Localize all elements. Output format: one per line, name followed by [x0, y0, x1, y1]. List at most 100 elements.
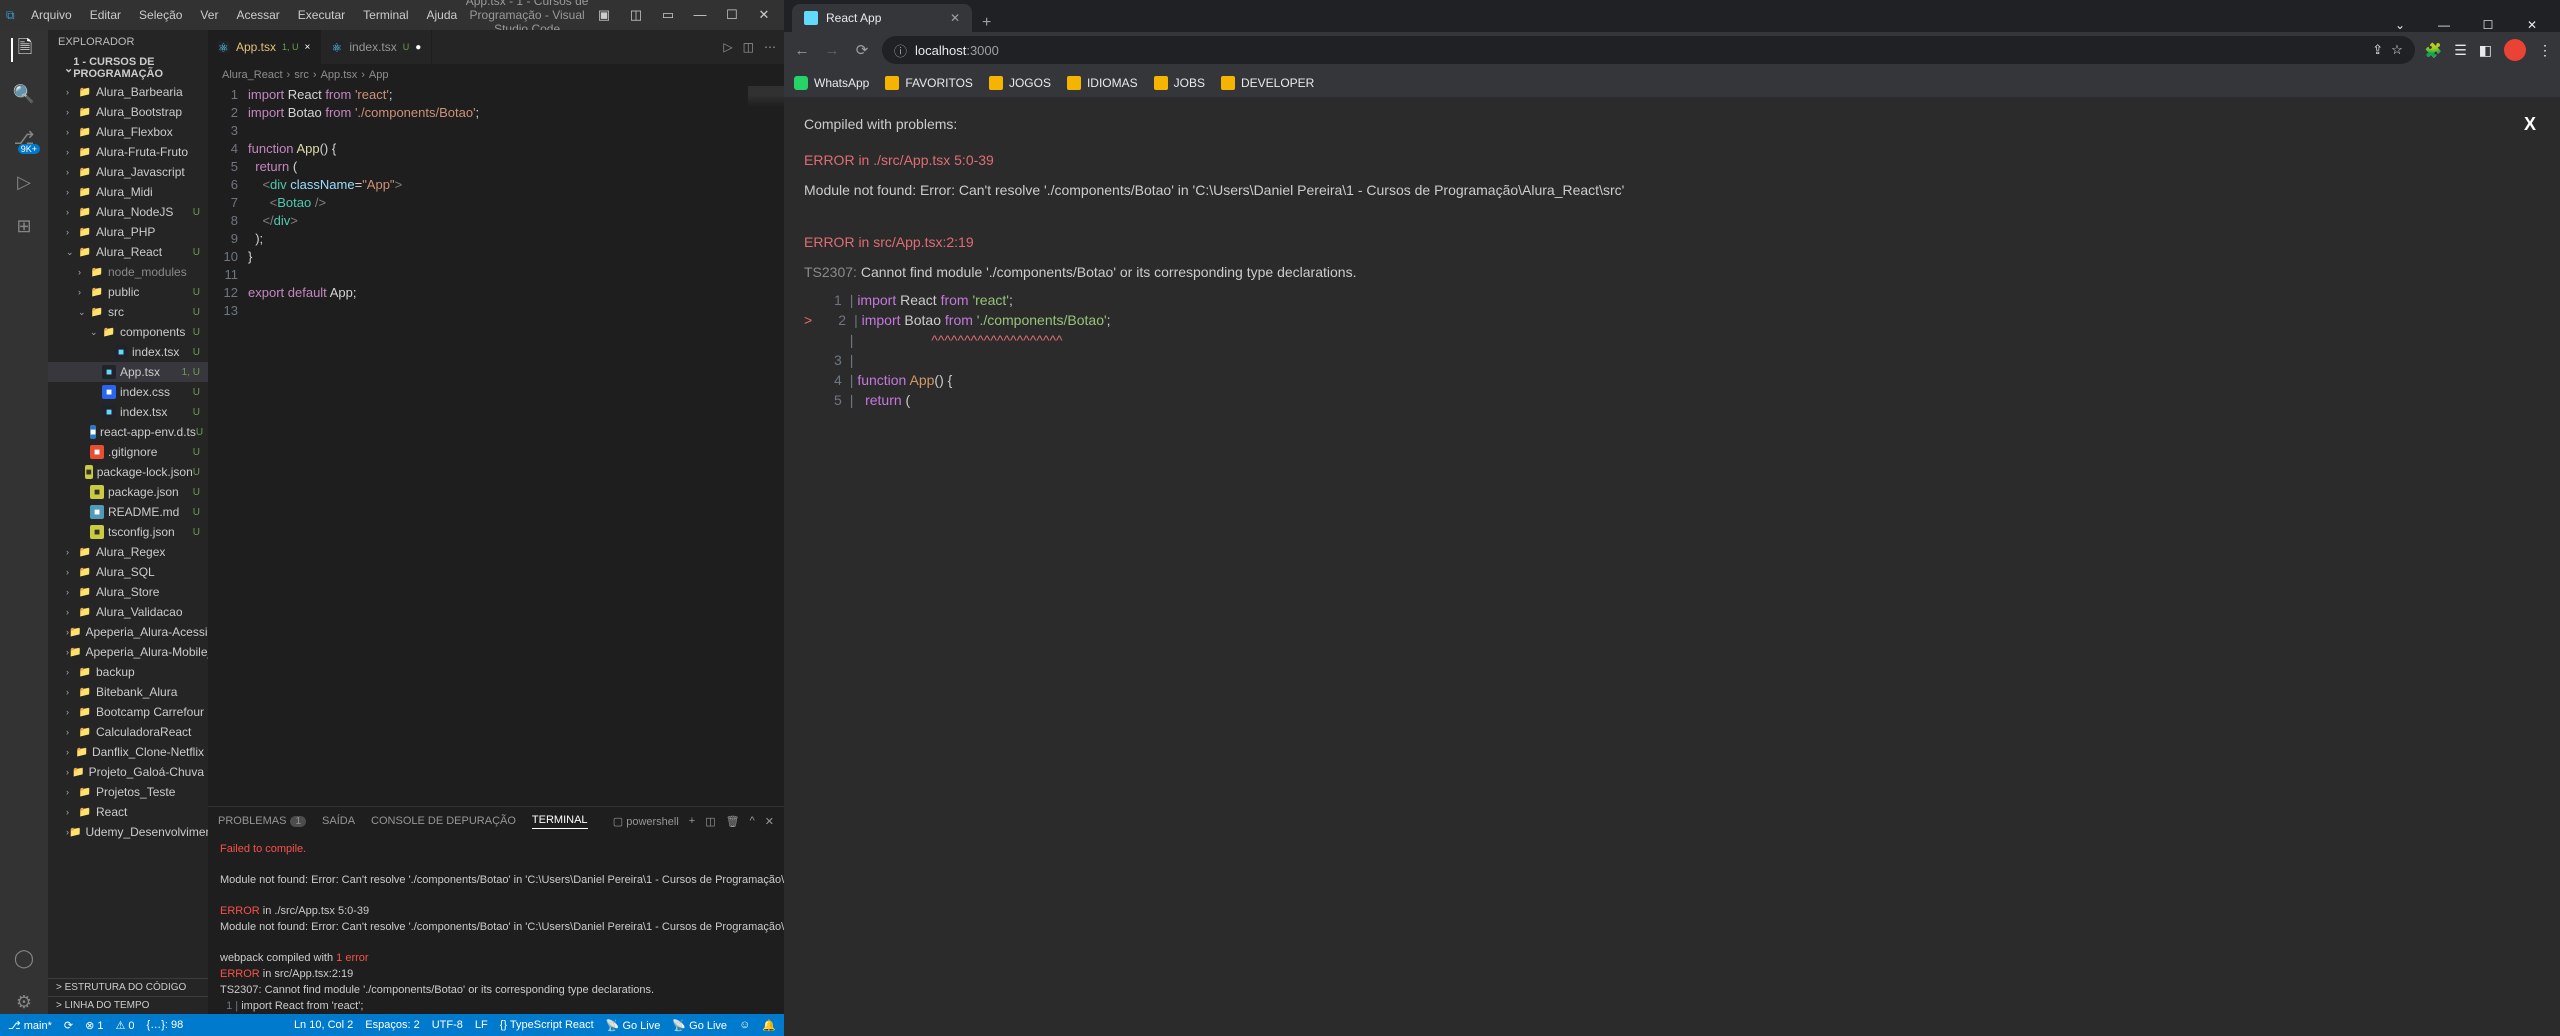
tree-item[interactable]: ›📁Bootcamp Carrefour	[48, 702, 208, 722]
back-icon[interactable]: ←	[792, 42, 812, 59]
tree-item[interactable]: ⌄📁Alura_ReactU	[48, 242, 208, 262]
bookmark-item[interactable]: JOBS	[1154, 76, 1205, 90]
minimap[interactable]	[748, 86, 784, 116]
close-icon[interactable]: ✕	[2512, 18, 2552, 32]
debug-icon[interactable]: ▷	[12, 170, 36, 194]
tree-item[interactable]: ■tsconfig.jsonU	[48, 522, 208, 542]
eol-label[interactable]: LF	[475, 1019, 488, 1032]
tree-item[interactable]: ›📁CalculadoraReact	[48, 722, 208, 742]
menu-item[interactable]: Editar	[83, 5, 128, 25]
minimize-icon[interactable]: —	[2424, 18, 2464, 32]
tree-item[interactable]: ›📁Alura_PHP	[48, 222, 208, 242]
tree-item[interactable]: ›📁Alura_Bootstrap	[48, 102, 208, 122]
editor-tab[interactable]: ⚛App.tsx1, U×	[208, 30, 321, 64]
tree-item[interactable]: ⌄📁srcU	[48, 302, 208, 322]
maximize-icon[interactable]: ☐	[2468, 18, 2508, 32]
menu-item[interactable]: Terminal	[356, 5, 415, 25]
tree-item[interactable]: ›📁Projeto_Galoá-Chuva	[48, 762, 208, 782]
close-overlay-button[interactable]: X	[2524, 114, 2536, 134]
bookmark-icon[interactable]: ☆	[2391, 42, 2403, 58]
layout-icon[interactable]: ▣	[590, 7, 618, 23]
feedback-icon[interactable]: ☺	[739, 1019, 750, 1032]
branch-label[interactable]: ⎇ main*	[8, 1019, 52, 1032]
maximize-icon[interactable]: ☐	[718, 7, 746, 23]
sync-icon[interactable]: ⟳	[64, 1019, 73, 1032]
cursor-position[interactable]: Ln 10, Col 2	[294, 1019, 353, 1032]
language-label[interactable]: {} TypeScript React	[500, 1019, 594, 1032]
panel-tab[interactable]: TERMINAL	[532, 814, 588, 829]
warnings-label[interactable]: ⚠ 0	[115, 1019, 134, 1032]
code-editor[interactable]: 12345678910111213 import React from 'rea…	[208, 86, 784, 806]
info-label[interactable]: {…}: 98	[147, 1019, 184, 1031]
tree-item[interactable]: ■index.cssU	[48, 382, 208, 402]
close-icon[interactable]: ✕	[750, 7, 778, 23]
tree-item[interactable]: ›📁Alura_Barbearia	[48, 82, 208, 102]
terminal-shell-label[interactable]: ▢ powershell	[613, 815, 679, 828]
bookmark-item[interactable]: IDIOMAS	[1067, 76, 1138, 90]
tree-item[interactable]: ›📁Projetos_Teste	[48, 782, 208, 802]
tree-item[interactable]: ›📁Alura_Flexbox	[48, 122, 208, 142]
close-icon[interactable]: ✕	[765, 815, 774, 828]
bell-icon[interactable]: 🔔	[762, 1019, 776, 1032]
gear-icon[interactable]: ⚙	[12, 990, 36, 1014]
tree-item[interactable]: ■App.tsx1, U	[48, 362, 208, 382]
menu-item[interactable]: Acessar	[229, 5, 286, 25]
sidebar-section[interactable]: > LINHA DO TEMPO	[48, 996, 208, 1014]
tree-item[interactable]: ›📁Alura-Fruta-Fruto	[48, 142, 208, 162]
close-tab-icon[interactable]: ✕	[950, 11, 960, 25]
panel-tab[interactable]: CONSOLE DE DEPURAÇÃO	[371, 815, 516, 827]
menu-item[interactable]: Seleção	[132, 5, 189, 25]
go-live-button[interactable]: 📡 Go Live	[672, 1019, 727, 1032]
run-icon[interactable]: ▷	[723, 40, 732, 54]
account-icon[interactable]: ◯	[12, 946, 36, 970]
tree-item[interactable]: ›📁node_modules	[48, 262, 208, 282]
extensions-icon[interactable]: 🧩	[2425, 42, 2442, 59]
tree-item[interactable]: ■package-lock.jsonU	[48, 462, 208, 482]
layout-icon[interactable]: ▭	[654, 7, 682, 23]
tree-item[interactable]: ■.gitignoreU	[48, 442, 208, 462]
search-icon[interactable]: 🔍	[12, 82, 36, 106]
new-tab-button[interactable]: +	[972, 14, 1001, 32]
menu-item[interactable]: Executar	[291, 5, 352, 25]
site-info-icon[interactable]: ⓘ	[894, 41, 907, 60]
project-root[interactable]: ⌄1 - CURSOS DE PROGRAMAÇÃO	[48, 54, 208, 82]
editor-tab[interactable]: ⚛index.tsxU●	[321, 30, 432, 64]
bookmark-item[interactable]: JOGOS	[989, 76, 1051, 90]
sidebar-section[interactable]: > ESTRUTURA DO CÓDIGO	[48, 978, 208, 996]
tree-item[interactable]: ■react-app-env.d.tsU	[48, 422, 208, 442]
breadcrumb[interactable]: Alura_React›src›App.tsx›App	[208, 64, 784, 86]
tree-item[interactable]: ›📁Alura_Regex	[48, 542, 208, 562]
tree-item[interactable]: ›📁Alura_Midi	[48, 182, 208, 202]
split-icon[interactable]: ◫	[743, 40, 754, 54]
spaces-label[interactable]: Espaços: 2	[365, 1019, 419, 1032]
tree-item[interactable]: ›📁Alura_SQL	[48, 562, 208, 582]
tree-item[interactable]: ⌄📁componentsU	[48, 322, 208, 342]
tree-item[interactable]: ›📁publicU	[48, 282, 208, 302]
tree-item[interactable]: ›📁Alura_NodeJSU	[48, 202, 208, 222]
bookmark-item[interactable]: FAVORITOS	[885, 76, 973, 90]
layout-icon[interactable]: ◫	[622, 7, 650, 23]
panel-tab[interactable]: PROBLEMAS1	[218, 815, 306, 827]
errors-label[interactable]: ⊗ 1	[85, 1019, 103, 1032]
panel-tab[interactable]: SAÍDA	[322, 815, 355, 827]
tree-item[interactable]: ■index.tsxU	[48, 402, 208, 422]
tree-item[interactable]: ›📁Udemy_Desenvolvimento-Web	[48, 822, 208, 842]
terminal-output[interactable]: Failed to compile. Module not found: Err…	[208, 835, 784, 1014]
source-control-icon[interactable]: ⎇9K+	[12, 126, 36, 150]
explorer-icon[interactable]: 🗎	[11, 38, 35, 62]
tree-item[interactable]: ›📁Alura_Validacao	[48, 602, 208, 622]
reload-icon[interactable]: ⟳	[852, 41, 872, 59]
menu-icon[interactable]: ⋮	[2538, 42, 2552, 59]
chevron-down-icon[interactable]: ⌄	[2380, 18, 2420, 32]
tree-item[interactable]: ■package.jsonU	[48, 482, 208, 502]
address-bar[interactable]: ⓘ localhost:3000 ⇪ ☆	[882, 36, 2415, 64]
chevron-up-icon[interactable]: ^	[750, 815, 755, 827]
tree-item[interactable]: ›📁Alura_Store	[48, 582, 208, 602]
more-icon[interactable]: ⋯	[764, 40, 776, 54]
menu-item[interactable]: Ver	[193, 5, 225, 25]
reading-list-icon[interactable]: ☰	[2454, 42, 2467, 59]
forward-icon[interactable]: →	[822, 42, 842, 59]
tree-item[interactable]: ›📁backup	[48, 662, 208, 682]
tree-item[interactable]: ›📁Apeperia_Alura-Acessibilidade	[48, 622, 208, 642]
side-panel-icon[interactable]: ◧	[2479, 42, 2492, 59]
